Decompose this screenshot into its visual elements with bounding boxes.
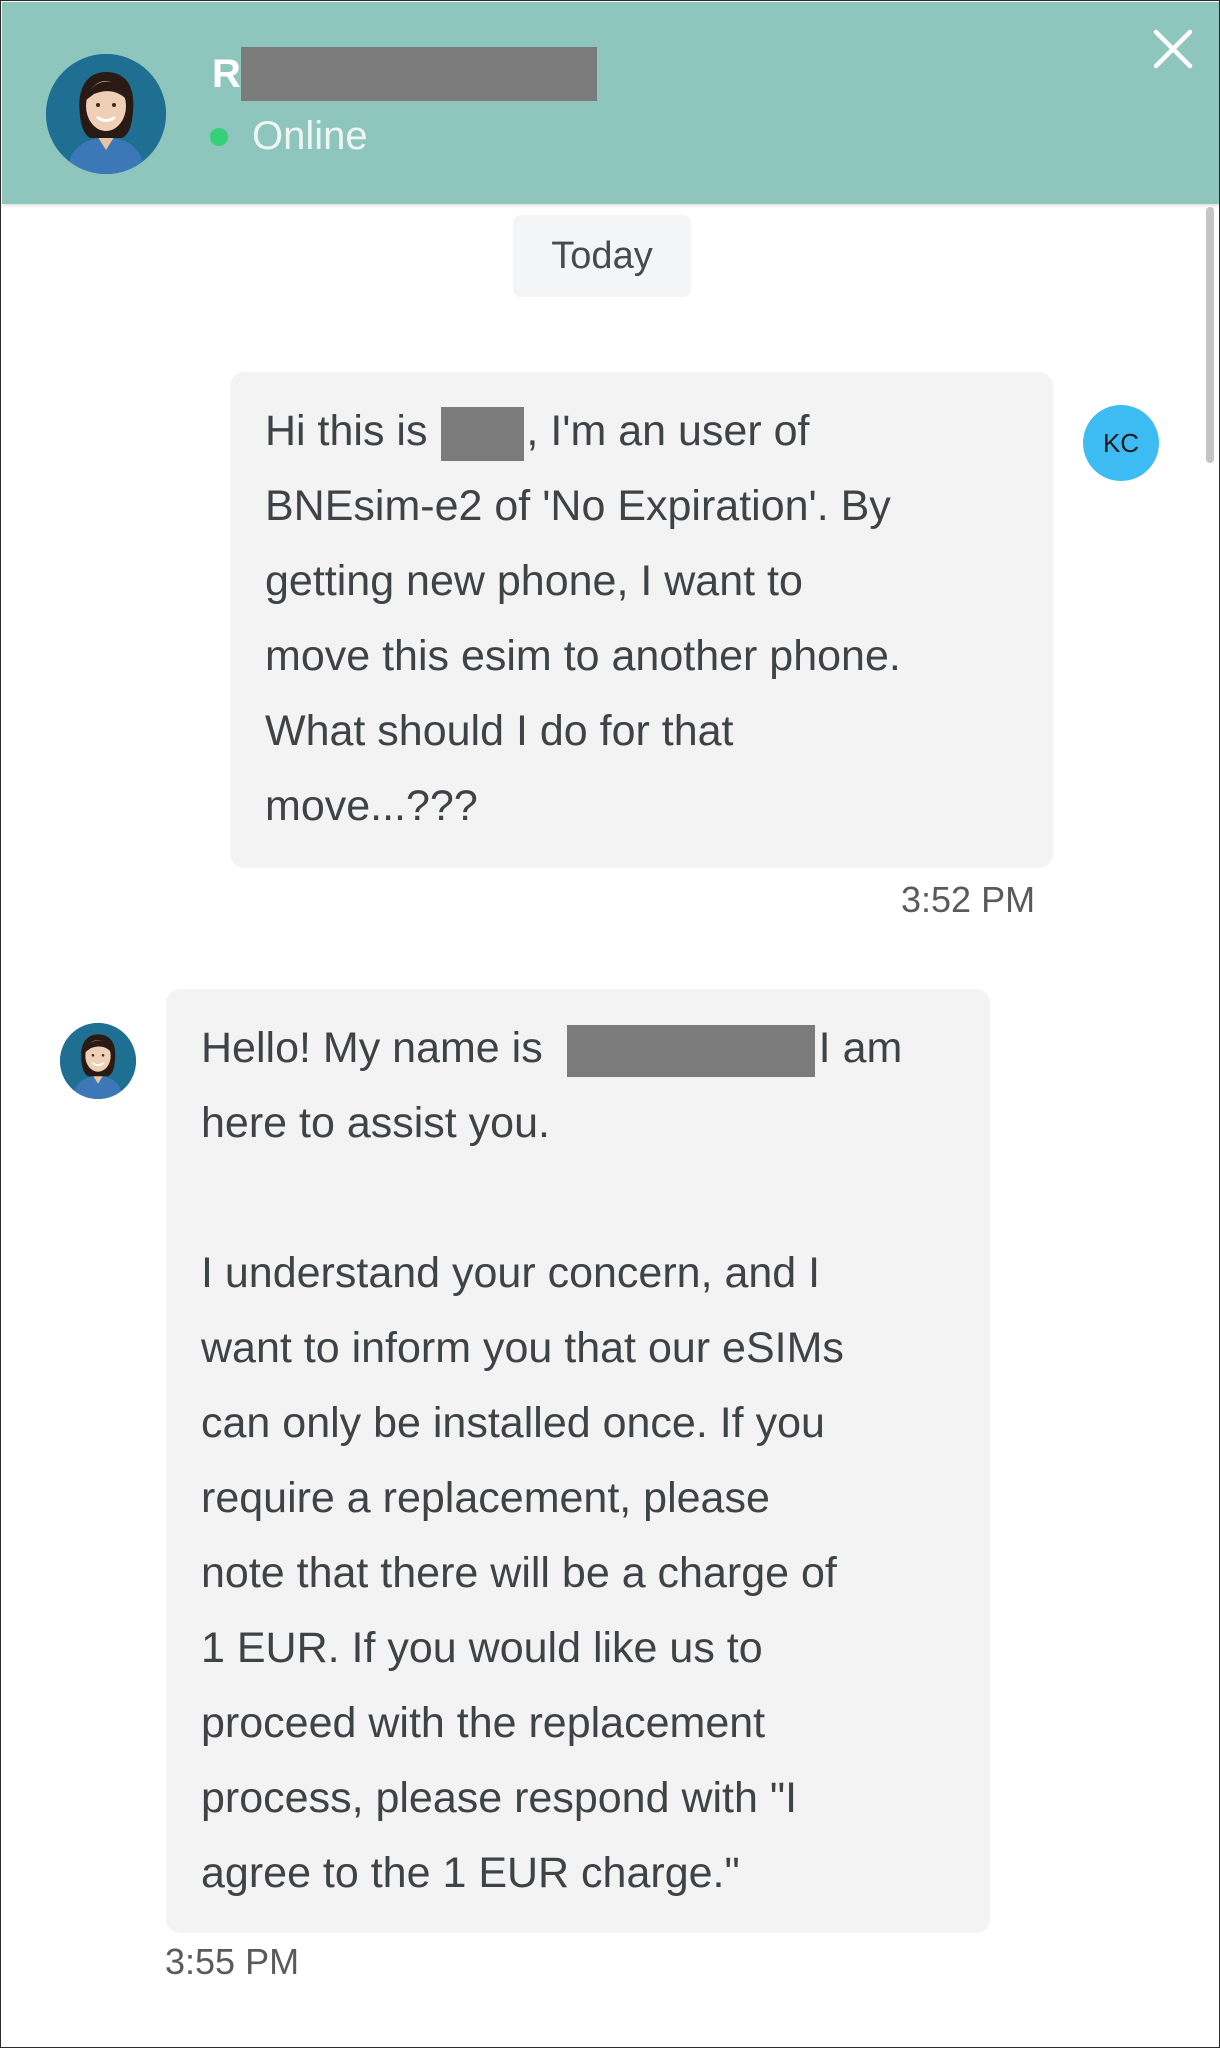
- message-line: I understand your concern, and I: [201, 1249, 821, 1297]
- chat-window: R Online Today Hi this is , I'm an user …: [0, 0, 1220, 2048]
- message-line: move...???: [265, 782, 478, 830]
- agent-portrait-icon: [60, 1023, 136, 1099]
- scrollbar-thumb[interactable]: [1206, 207, 1214, 463]
- message-timestamp: 3:52 PM: [901, 879, 1036, 920]
- user-avatar: KC: [1083, 405, 1159, 481]
- message-timestamp: 3:55 PM: [165, 1941, 300, 1982]
- message-line: here to assist you.: [201, 1099, 550, 1147]
- message-line: agree to the 1 EUR charge.": [201, 1849, 740, 1897]
- redacted-name: [566, 1024, 815, 1077]
- close-icon: [1153, 29, 1193, 69]
- status-label: Online: [252, 114, 368, 158]
- redacted-name: [441, 406, 525, 461]
- agent-portrait-icon: [46, 54, 166, 174]
- agent-name-initial: R: [212, 51, 241, 96]
- message-line: Hi this is , I'm an user of: [265, 394, 1019, 469]
- message-line: What should I do for that: [265, 707, 734, 755]
- message-line: Hello! My name is I am: [201, 1011, 956, 1086]
- redacted-name: [240, 47, 597, 101]
- presence-status: Online: [210, 114, 368, 159]
- message-line: getting new phone, I want to: [265, 557, 803, 605]
- user-message-bubble: Hi this is , I'm an user of BNEsim-e2 of…: [230, 372, 1053, 868]
- agent-name: R: [212, 46, 597, 102]
- message-line: BNEsim-e2 of 'No Expiration'. By: [265, 482, 891, 530]
- chat-header: R Online: [2, 2, 1219, 204]
- message-line: 1 EUR. If you would like us to: [201, 1624, 763, 1672]
- close-button[interactable]: [1150, 26, 1196, 72]
- date-divider: Today: [513, 215, 691, 297]
- message-line: process, please respond with "I: [201, 1774, 798, 1822]
- scrollbar[interactable]: [1203, 205, 1215, 2047]
- agent-avatar-small: [60, 1023, 136, 1099]
- message-line: require a replacement, please: [201, 1474, 770, 1522]
- message-line: can only be installed once. If you: [201, 1399, 825, 1447]
- message-line: note that there will be a charge of: [201, 1549, 837, 1597]
- message-line: move this esim to another phone.: [265, 632, 901, 680]
- message-line: want to inform you that our eSIMs: [201, 1324, 844, 1372]
- online-dot-icon: [210, 127, 228, 146]
- message-line: proceed with the replacement: [201, 1699, 766, 1747]
- agent-avatar: [46, 54, 166, 174]
- agent-message-bubble: Hello! My name is I am here to assist yo…: [166, 989, 990, 1933]
